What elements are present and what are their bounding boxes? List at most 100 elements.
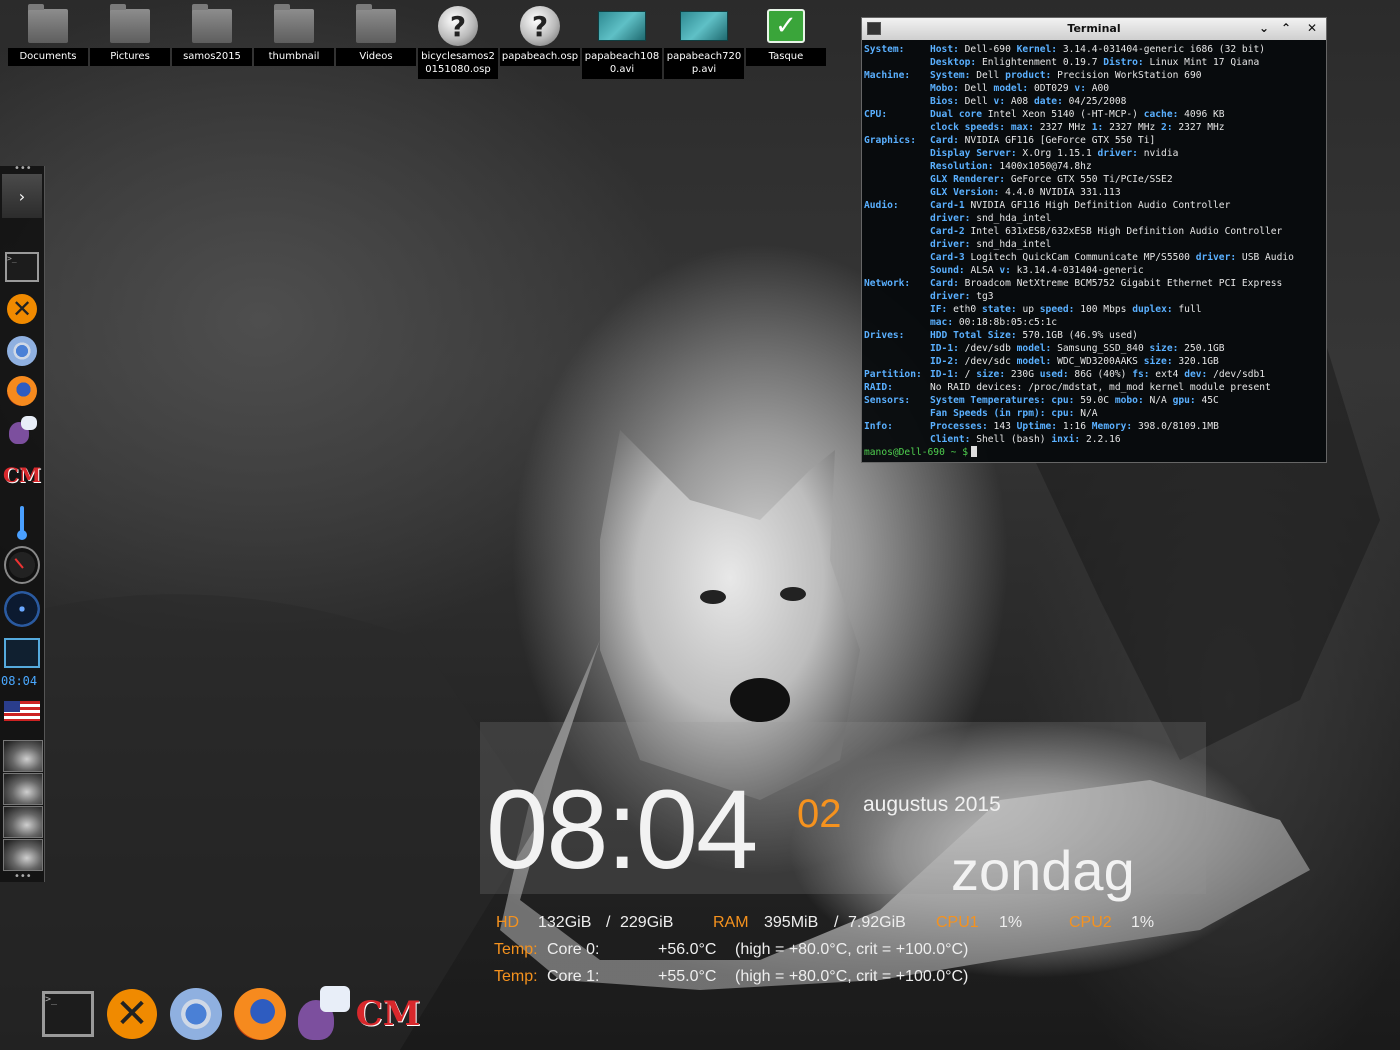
terminal-line-text: ID-2: /dev/sdc model: WDC_WD3200AAKS siz…: [930, 356, 1219, 367]
terminal-line-text: No RAID devices: /proc/mdstat, md_mod ke…: [930, 382, 1271, 393]
chrome-icon: [7, 336, 37, 366]
shelf-grip-bottom[interactable]: •••: [14, 872, 32, 882]
close-button[interactable]: ✕: [1304, 21, 1320, 35]
shelf-mixer-gadget[interactable]: [4, 591, 40, 627]
terminal-window[interactable]: Terminal ⌄ ⌃ ✕ System: Host: Dell-690 Ker…: [861, 17, 1327, 463]
terminal-line-text: Display Server: X.Org 1.15.1 driver: nvi…: [930, 148, 1179, 159]
shelf-firefox-launcher[interactable]: [4, 374, 40, 408]
terminal-line: CPU: Dual core Intel Xeon 5140 (-HT-MCP-)…: [864, 108, 1324, 121]
unknown-file-icon: ?: [520, 6, 560, 46]
terminal-line-text: Mobo: Dell model: 0DT029 v: A00: [930, 83, 1110, 94]
terminal-section-label: [864, 251, 930, 264]
video-file-icon: [598, 11, 646, 41]
terminal-line-text: Card: NVIDIA GF116 [GeForce GTX 550 Ti]: [930, 135, 1156, 146]
shelf-screen-gadget[interactable]: [4, 636, 40, 670]
shelf-terminal-launcher[interactable]: >_: [4, 250, 40, 284]
dock-cm-launcher[interactable]: CM: [355, 982, 421, 1046]
checkmark-icon: ✓: [767, 9, 805, 43]
workspace-thumbnail-2[interactable]: [3, 773, 43, 805]
desktop-icon-label: papabeach1080.avi: [582, 48, 662, 79]
maximize-button[interactable]: ⌃: [1278, 21, 1294, 35]
terminal-line: Audio: Card-1 NVIDIA GF116 High Definitio…: [864, 199, 1324, 212]
speedometer-icon: [4, 546, 40, 584]
chrome-icon: [170, 988, 222, 1040]
iconify-button[interactable]: ⌄: [1256, 21, 1272, 35]
folder-icon: [28, 4, 68, 43]
dock-chrome-launcher[interactable]: [164, 982, 228, 1046]
dock-pidgin-launcher[interactable]: [292, 982, 356, 1046]
terminal-line: ID-1: /dev/sdb model: Samsung_SSD_840 si…: [864, 342, 1324, 355]
terminal-section-label: Network:: [864, 278, 911, 289]
terminal-line: Info: Processes: 143 Uptime: 1:16 Memory:…: [864, 420, 1324, 433]
desktop-icon-label: bicyclesamos20151080.osp: [418, 48, 498, 79]
shelf-grip-top[interactable]: •••: [14, 164, 32, 174]
desktop-icon-samos2015[interactable]: samos2015: [172, 4, 252, 79]
dock-firefox-launcher[interactable]: [228, 982, 292, 1046]
desktop-icon-papabeach720[interactable]: papabeach720p.avi: [664, 4, 744, 79]
desktop-icon-thumbnail[interactable]: thumbnail: [254, 4, 334, 79]
terminal-output[interactable]: System: Host: Dell-690 Kernel: 3.14.4-031…: [862, 40, 1326, 459]
shelf-temperature-gadget[interactable]: [4, 504, 40, 540]
terminal-line: Display Server: X.Org 1.15.1 driver: nvi…: [864, 147, 1324, 160]
terminal-line-text: GLX Version: 4.4.0 NVIDIA 331.113: [930, 187, 1121, 198]
terminal-section-label: CPU:: [864, 109, 888, 120]
terminal-line-text: clock speeds: max: 2327 MHz 1: 2327 MHz …: [930, 122, 1225, 133]
shelf-clock[interactable]: 08:04: [1, 674, 37, 688]
terminal-line: Card-3 Logitech QuickCam Communicate MP/…: [864, 251, 1324, 264]
workspace-thumbnail-3[interactable]: [3, 806, 43, 838]
terminal-line: System: Host: Dell-690 Kernel: 3.14.4-031…: [864, 43, 1324, 56]
workspace-thumbnail-4[interactable]: [3, 839, 43, 871]
desktop-icon-documents[interactable]: Documents: [8, 4, 88, 79]
dock-xo-launcher[interactable]: ✕: [100, 982, 164, 1046]
desktop-icon-label: Videos: [336, 48, 416, 66]
folder-icon: [110, 4, 150, 43]
terminal-section-label: [864, 238, 930, 251]
desktop-icon-pictures[interactable]: Pictures: [90, 4, 170, 79]
terminal-line: Fan Speeds (in rpm): cpu: N/A: [864, 407, 1324, 420]
us-flag-icon: [4, 701, 40, 721]
hd-used: 132GiB: [538, 914, 592, 931]
terminal-prompt-line[interactable]: manos@Dell-690 ~ $: [864, 446, 1324, 459]
terminal-section-label: [864, 407, 930, 420]
shelf-keyboard-layout[interactable]: [4, 694, 40, 728]
temp2-label: Temp:: [494, 968, 538, 985]
shelf-chrome-launcher[interactable]: [4, 334, 40, 368]
dock-terminal-launcher[interactable]: >_: [36, 982, 100, 1046]
clock-month-year: augustus 2015: [863, 793, 1001, 816]
clock-day: 02: [797, 792, 842, 836]
cpu1-value: 1%: [999, 914, 1023, 931]
folder-icon: [274, 4, 314, 43]
terminal-line-text: ID-1: / size: 230G used: 86G (40%) fs: e…: [930, 369, 1266, 380]
terminal-line: Card-2 Intel 631xESB/632xESB High Defini…: [864, 225, 1324, 238]
desktop-icon-papabeach1080[interactable]: papabeach1080.avi: [582, 4, 662, 79]
terminal-section-label: Partition:: [864, 369, 922, 380]
firefox-icon: [7, 376, 37, 406]
desktop-icon-label: samos2015: [172, 48, 252, 66]
terminal-section-label: Machine:: [864, 70, 911, 81]
desktop-icon-papabeach-osp[interactable]: ? papabeach.osp: [500, 4, 580, 79]
terminal-icon: >_: [5, 252, 39, 282]
cm-icon: CM: [355, 994, 421, 1034]
shelf-xo-launcher[interactable]: ✕: [4, 292, 40, 326]
terminal-titlebar[interactable]: Terminal ⌄ ⌃ ✕: [862, 18, 1326, 40]
shelf-cm-launcher[interactable]: CM: [3, 458, 41, 492]
workspace-thumbnail-1[interactable]: [3, 740, 43, 772]
temp2-core: Core 1:: [547, 968, 600, 985]
terminal-line: Sensors: System Temperatures: cpu: 59.0C …: [864, 394, 1324, 407]
terminal-line: Graphics: Card: NVIDIA GF116 [GeForce GTX…: [864, 134, 1324, 147]
terminal-line-text: Card: Broadcom NetXtreme BCM5752 Gigabit…: [930, 278, 1283, 289]
terminal-line: IF: eth0 state: up speed: 100 Mbps duple…: [864, 303, 1324, 316]
terminal-section-label: Drives:: [864, 330, 905, 341]
terminal-line-text: ID-1: /dev/sdb model: Samsung_SSD_840 si…: [930, 343, 1225, 354]
desktop-icon-bicyclesamos[interactable]: ? bicyclesamos20151080.osp: [418, 4, 498, 79]
desktop-icon-videos[interactable]: Videos: [336, 4, 416, 79]
shelf-pidgin-launcher[interactable]: [4, 414, 40, 448]
terminal-line: driver: snd_hda_intel: [864, 238, 1324, 251]
shelf-cpu-gadget[interactable]: [4, 546, 40, 584]
terminal-line: driver: snd_hda_intel: [864, 212, 1324, 225]
desktop-icon-tasque[interactable]: ✓ Tasque: [746, 4, 826, 79]
temp1-label: Temp:: [494, 941, 538, 958]
terminal-line-text: Processes: 143 Uptime: 1:16 Memory: 398.…: [930, 421, 1219, 432]
shelf-toggle-button[interactable]: ›: [2, 174, 42, 218]
pidgin-icon: [7, 416, 37, 446]
